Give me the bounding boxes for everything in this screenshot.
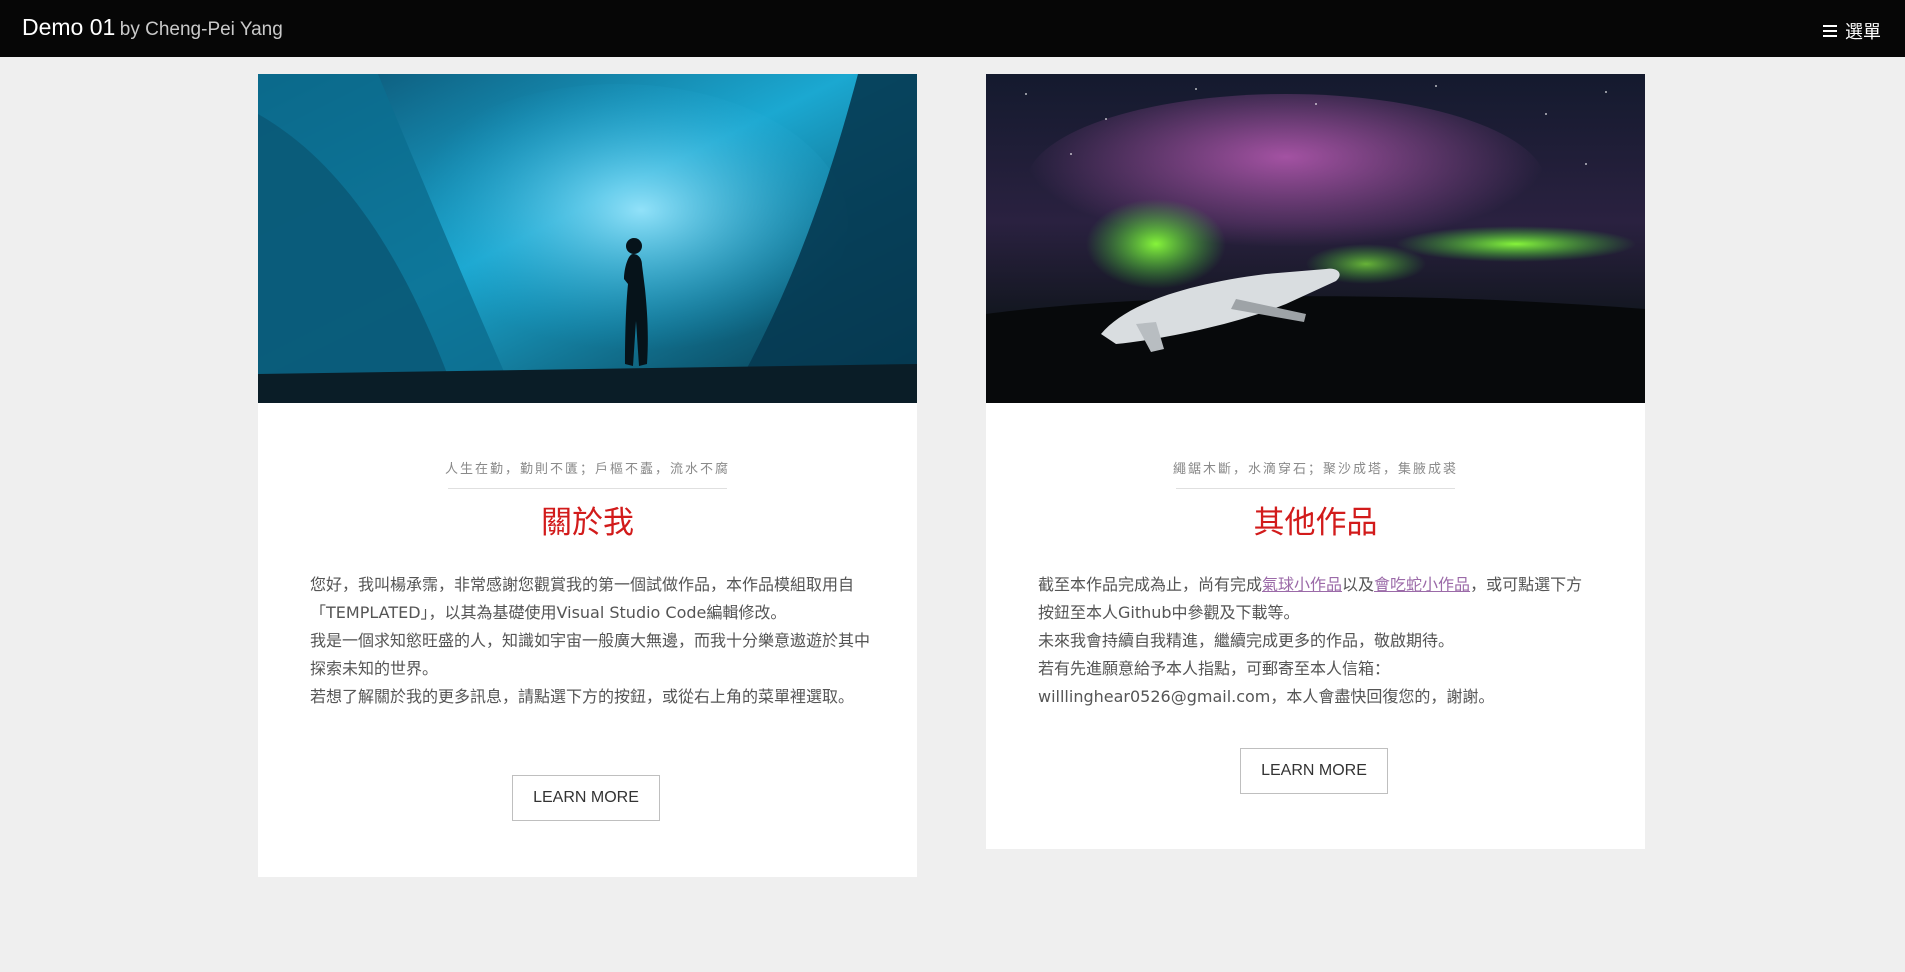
divider [448, 488, 727, 489]
learn-more-button[interactable]: LEARN MORE [512, 775, 660, 821]
learn-more-button[interactable]: LEARN MORE [1240, 748, 1388, 794]
paragraph: 您好，我叫楊承霈，非常感謝您觀賞我的第一個試做作品，本作品模組取用自「TEMPL… [310, 575, 855, 622]
paragraph: 截至本作品完成為止，尚有完成氣球小作品以及會吃蛇小作品，或可點選下方按鈕至本人G… [1038, 575, 1583, 622]
paragraph: 未來我會持續自我精進，繼續完成更多的作品，敬啟期待。 [1038, 631, 1455, 650]
card-heading: 關於我 [541, 505, 634, 541]
menu-label: 選單 [1845, 22, 1881, 43]
aurora-plane-image [986, 74, 1645, 403]
email-line: willlinghear0526@gmail.com，本人會盡快回復您的，謝謝。 [1038, 687, 1495, 706]
other-works-card: 繩鋸木斷，水滴穿石；聚沙成塔，集腋成裘 其他作品 截至本作品完成為止，尚有完成氣… [986, 74, 1645, 849]
about-card: 人生在勤，勤則不匱；戶樞不蠹，流水不腐 關於我 您好，我叫楊承霈，非常感謝您觀賞… [258, 74, 917, 877]
paragraph: 我是一個求知慾旺盛的人，知識如宇宙一般廣大無邊，而我十分樂意遨遊於其中探索未知的… [310, 631, 871, 678]
balloon-works-link[interactable]: 氣球小作品 [1262, 575, 1342, 594]
site-byline: by Cheng-Pei Yang [119, 19, 283, 40]
card-heading: 其他作品 [1253, 505, 1378, 541]
hamburger-icon [1823, 25, 1837, 37]
divider [1176, 488, 1455, 489]
top-navbar: Demo 01 by Cheng-Pei Yang 選單 [0, 0, 1905, 57]
site-brand[interactable]: Demo 01 by Cheng-Pei Yang [22, 14, 283, 41]
card-body: 您好，我叫楊承霈，非常感謝您觀賞我的第一個試做作品，本作品模組取用自「TEMPL… [310, 571, 870, 711]
card-body: 截至本作品完成為止，尚有完成氣球小作品以及會吃蛇小作品，或可點選下方按鈕至本人G… [1038, 571, 1598, 711]
paragraph: 若有先進願意給予本人指點，可郵寄至本人信箱： [1038, 659, 1391, 678]
ice-cave-image [258, 74, 917, 403]
tagline: 人生在勤，勤則不匱；戶樞不蠹，流水不腐 [444, 462, 730, 477]
snake-game-link[interactable]: 會吃蛇小作品 [1374, 575, 1470, 594]
menu-button[interactable]: 選單 [1823, 18, 1881, 44]
paragraph: 若想了解關於我的更多訊息，請點選下方的按鈕，或從右上角的菜單裡選取。 [310, 687, 855, 706]
site-title[interactable]: Demo 01 [22, 14, 115, 40]
tagline: 繩鋸木斷，水滴穿石；聚沙成塔，集腋成裘 [1172, 462, 1458, 477]
